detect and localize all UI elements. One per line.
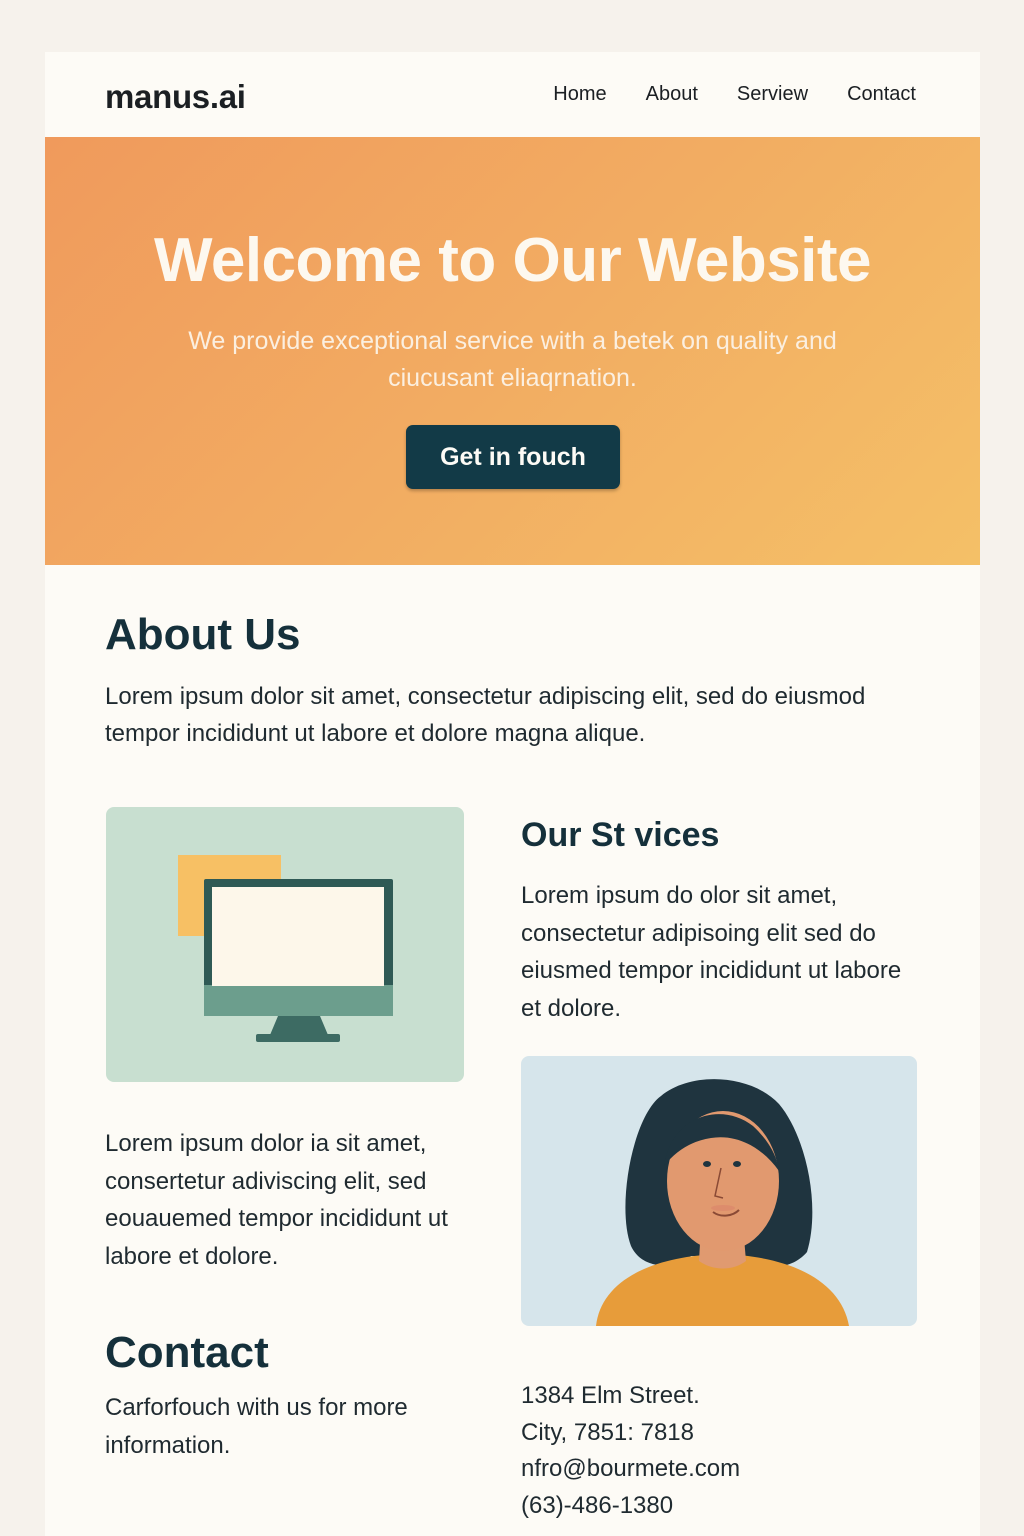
about-text: Lorem ipsum dolor sit amet, consectetur … (105, 683, 866, 747)
contact-text: Carforfouch with us for more information… (105, 1394, 408, 1459)
phone-number[interactable]: (63)-486-1380 (521, 1488, 921, 1525)
about-heading: About Us (105, 610, 301, 659)
page: manus.ai Home About Serview Contact Welc… (45, 52, 980, 1536)
get-in-touch-button[interactable]: Get in fouch (406, 425, 620, 489)
street-address: 1384 Elm Street. (521, 1382, 700, 1409)
site-logo[interactable]: manus.ai (105, 78, 246, 116)
hero-subtitle: We provide exceptional service with a be… (188, 327, 837, 392)
nav-home-link[interactable]: Home (553, 83, 606, 106)
hero-title: Welcome to Our Website (153, 226, 872, 295)
services-text: Lorem ipsum do olor sit amet, consectetu… (521, 882, 902, 1022)
contact-details: 1384 Elm Street. City, 7851: 7818 nfro@b… (521, 1378, 921, 1524)
site-header: manus.ai Home About Serview Contact (45, 52, 980, 137)
services-heading: Our St vices (521, 816, 720, 854)
computer-illustration (106, 807, 464, 1082)
nav-about-link[interactable]: About (646, 83, 698, 106)
contact-heading: Contact (105, 1328, 269, 1377)
avatar-icon (596, 1079, 849, 1326)
hero-banner: Welcome to Our Website We provide except… (45, 137, 980, 565)
city-postal: City, 7851: 7818 (521, 1418, 695, 1446)
person-illustration (521, 1056, 917, 1326)
main-nav: Home About Serview Contact (514, 83, 916, 106)
nav-contact-link[interactable]: Contact (847, 83, 916, 106)
computer-icon (178, 855, 393, 1042)
left-column-text: Lorem ipsum dolor ia sit amet, consertet… (105, 1130, 448, 1270)
email-link[interactable]: nfro@bourmete.com (521, 1451, 921, 1488)
nav-services-link[interactable]: Serview (737, 83, 808, 106)
